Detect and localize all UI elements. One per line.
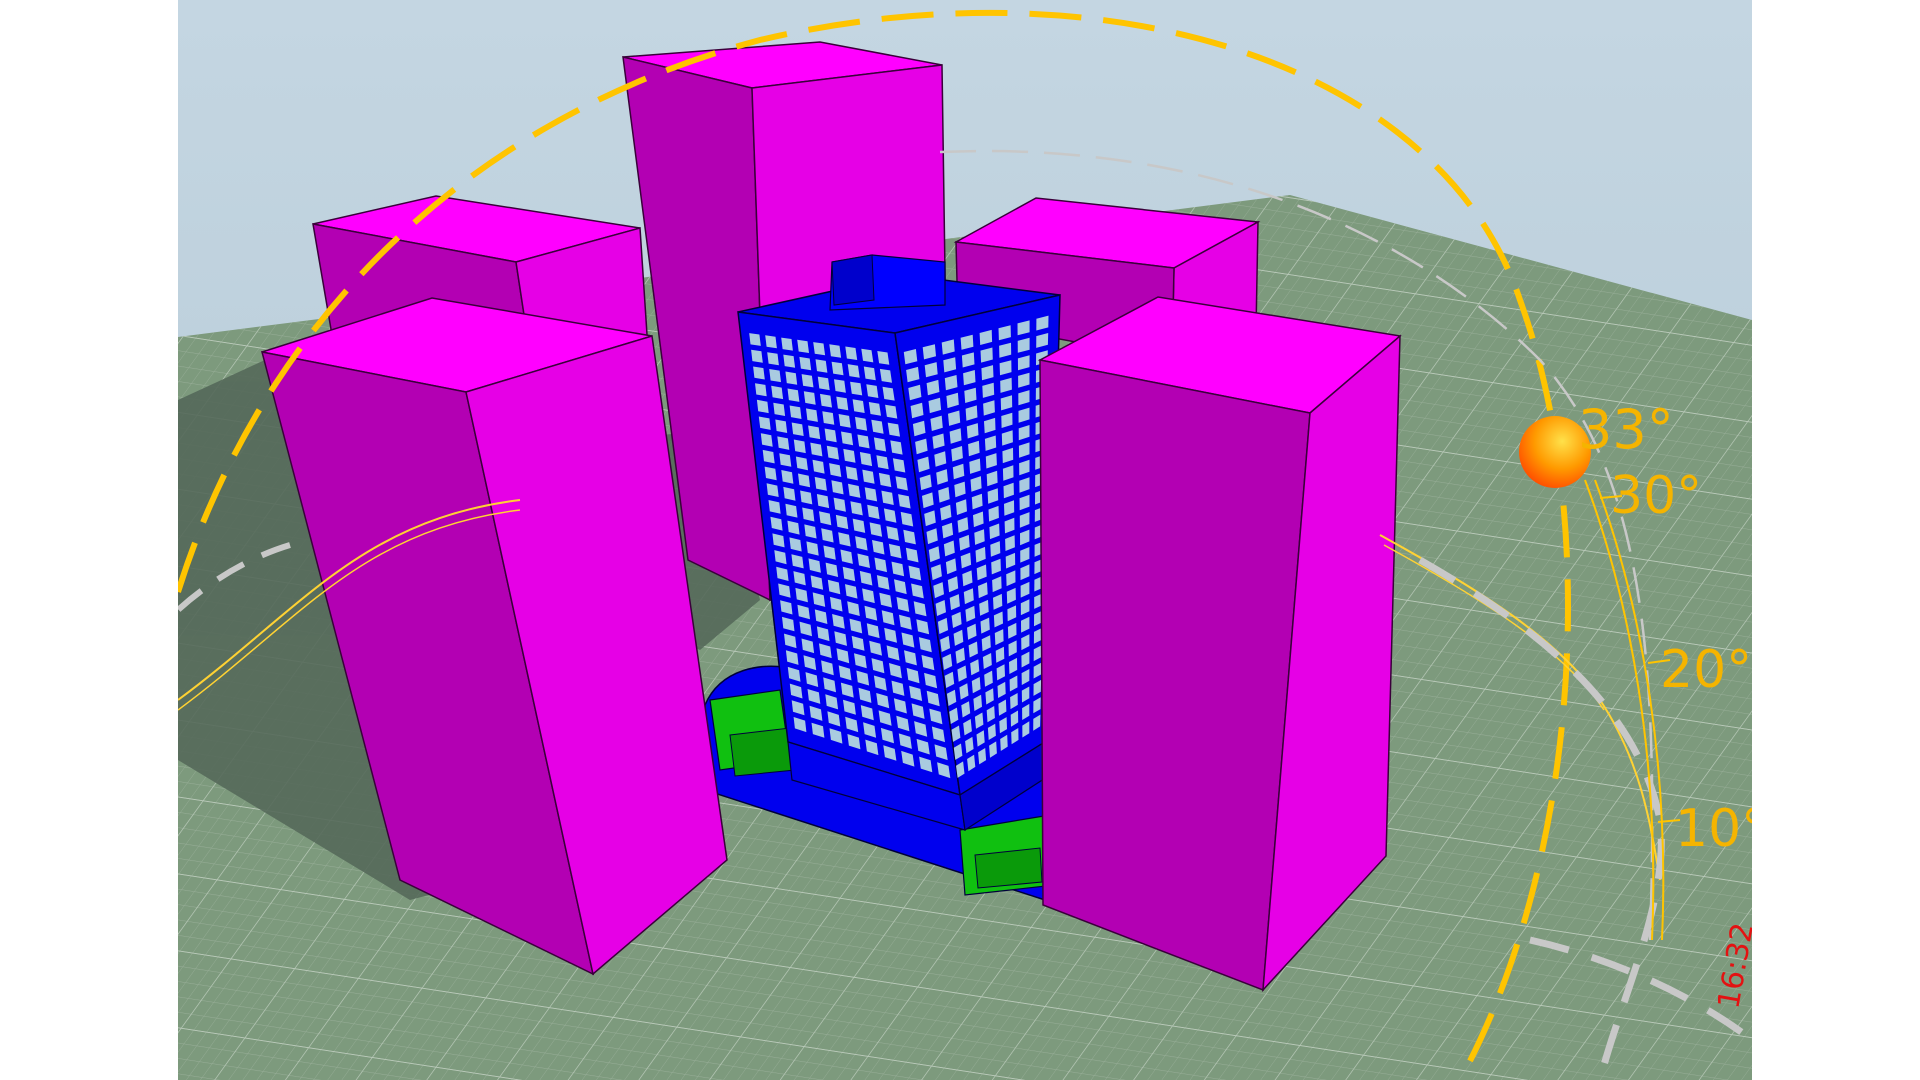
tower-window [771, 385, 784, 400]
altitude-tick-20: 20° [1660, 640, 1752, 700]
tower-window [765, 335, 777, 349]
tower-window [879, 368, 892, 383]
tower-window [876, 455, 889, 470]
tower-window [868, 402, 881, 416]
tower-window [829, 344, 842, 358]
tower-window [866, 384, 879, 398]
tower-window [826, 445, 839, 460]
tower-window [850, 381, 863, 396]
tower-window [855, 416, 868, 431]
tower-window [777, 436, 790, 450]
tower-window [873, 437, 887, 452]
tower-window [808, 425, 821, 440]
tower-window [813, 342, 826, 356]
tower-window [892, 458, 906, 473]
tower-window [887, 422, 900, 437]
tower-window [882, 386, 895, 401]
tower-window [760, 433, 773, 447]
tower-window [803, 391, 816, 405]
tower-window [783, 354, 796, 368]
tower-window [801, 374, 814, 388]
tower-window [753, 366, 765, 380]
3d-viewport[interactable]: 33° 30° 20° 10° 16:32 [0, 0, 1920, 1080]
tower-window [877, 351, 890, 365]
tower-window [836, 396, 849, 411]
tower-window [781, 337, 793, 351]
tower-window [773, 402, 786, 416]
tower-window [787, 388, 800, 402]
tower-window [863, 366, 876, 381]
left-margin [0, 0, 178, 1080]
tower-window [815, 359, 828, 373]
tower-window [890, 440, 903, 455]
tower-window [852, 399, 865, 413]
tower-window [785, 371, 798, 385]
tower-window [755, 383, 767, 397]
tower-window [838, 414, 851, 428]
tower-window [762, 449, 775, 464]
tower-window [885, 404, 898, 419]
tower-window [810, 442, 823, 457]
tower-window [749, 333, 761, 346]
tower-window [797, 339, 809, 353]
tower-window [769, 369, 781, 383]
tower-window [767, 352, 779, 366]
tower-window [824, 428, 837, 443]
tower-window [751, 349, 763, 363]
tower-window [791, 422, 804, 436]
tower-window [793, 439, 806, 454]
tower-window [789, 405, 802, 419]
tower-window [843, 448, 856, 463]
sun-altitude-label: 33° [1578, 398, 1674, 461]
tower-window [822, 411, 835, 425]
tower-window [756, 399, 769, 414]
tower-window [871, 419, 884, 434]
tower-window [834, 379, 846, 393]
massing-block-front-right[interactable] [1037, 296, 1402, 993]
tower-window [817, 376, 830, 391]
right-margin [1752, 0, 1920, 1080]
scene-canvas[interactable]: 33° 30° 20° 10° 16:32 [0, 0, 1920, 1080]
tower-window [831, 361, 844, 376]
tower-window [847, 364, 860, 378]
tower-window [799, 356, 812, 371]
tower-window [857, 434, 870, 449]
tower-window [820, 393, 832, 408]
tower-window [862, 469, 875, 484]
tower-window [806, 408, 818, 422]
tower-window [775, 419, 788, 433]
tower-window [779, 453, 792, 467]
tower-window [878, 472, 892, 488]
tower-window [758, 416, 771, 430]
tower-window [861, 348, 874, 363]
tower-window [845, 346, 858, 360]
tower-window [841, 431, 854, 446]
altitude-tick-30: 30° [1610, 466, 1702, 526]
tower-window [859, 452, 873, 467]
